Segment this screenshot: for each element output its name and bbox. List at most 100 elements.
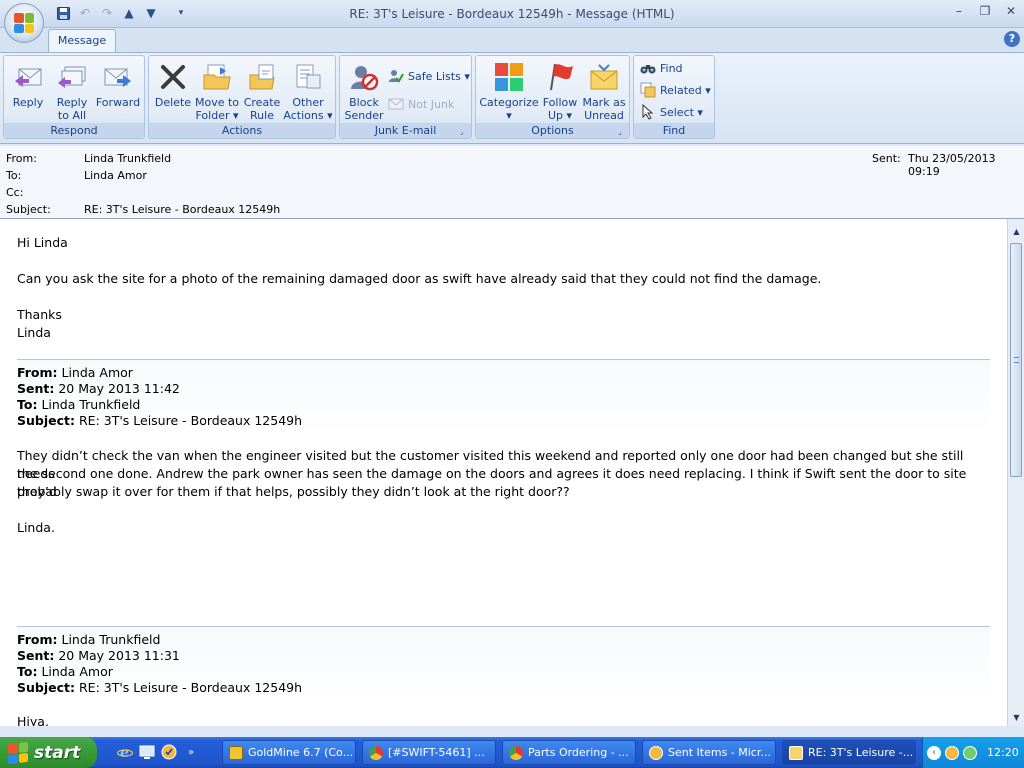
help-icon[interactable]: ?: [1004, 31, 1020, 47]
find-button[interactable]: Find: [640, 58, 683, 78]
clock[interactable]: 12:20: [987, 746, 1019, 759]
cc-label: Cc:: [6, 186, 24, 199]
subject-label: Subject:: [6, 203, 51, 216]
reply-all-button[interactable]: Reply to All: [50, 58, 94, 124]
ribbon-tab-row: Message ?: [0, 28, 1024, 52]
safe-lists-button[interactable]: Safe Lists ▾: [388, 66, 470, 86]
group-label-junk-email: Junk E-mail: [340, 123, 471, 138]
restore-button[interactable]: ❐: [972, 0, 998, 22]
taskbar-item-sent-items[interactable]: Sent Items - Micr...: [642, 740, 776, 765]
ribbon: Reply Reply to All Forward Respond Delet…: [0, 52, 1024, 144]
safe-lists-icon: [388, 68, 404, 84]
reply-all-icon: [56, 61, 88, 93]
related-button[interactable]: Related ▾: [640, 80, 711, 100]
related-icon: [640, 82, 656, 98]
tray-outlook-icon[interactable]: [945, 745, 959, 760]
not-junk-button[interactable]: Not Junk: [388, 94, 454, 114]
taskbar-item-goldmine[interactable]: GoldMine 6.7 (Co...: [222, 740, 356, 765]
quote1-from: From: Linda Amor: [17, 365, 133, 380]
message-body[interactable]: Hi Linda Can you ask the site for a phot…: [0, 218, 1024, 726]
delete-label: Delete: [154, 96, 192, 109]
quick-launch: e »: [116, 743, 200, 761]
move-to-folder-button[interactable]: Move to Folder ▾: [193, 58, 241, 124]
scroll-up-icon[interactable]: ▲: [1008, 223, 1024, 240]
group-label-options: Options: [476, 123, 629, 138]
quote1-signature: Linda.: [17, 520, 55, 535]
follow-up-button[interactable]: Follow Up ▾: [540, 58, 580, 124]
other-actions-label-1: Other: [292, 96, 324, 109]
safe-lists-label: Safe Lists ▾: [408, 69, 470, 83]
tray-status-icon[interactable]: [963, 745, 977, 760]
find-label: Find: [660, 61, 683, 75]
scroll-thumb[interactable]: [1010, 243, 1022, 477]
forward-icon: [102, 61, 134, 93]
create-rule-label-1: Create: [243, 96, 281, 109]
create-rule-icon: [246, 61, 278, 93]
taskbar-item-label: Sent Items - Micr...: [668, 746, 771, 759]
select-button[interactable]: Select ▾: [640, 102, 703, 122]
delete-button[interactable]: Delete: [153, 58, 193, 124]
start-label: start: [34, 742, 81, 763]
outlook-icon: [649, 745, 663, 760]
internet-explorer-icon[interactable]: e: [116, 743, 134, 761]
desktop-icon[interactable]: [138, 743, 156, 761]
related-label: Related ▾: [660, 83, 711, 97]
mark-as-unread-button[interactable]: Mark as Unread: [580, 58, 628, 124]
envelope-icon: [789, 745, 803, 760]
window-controls: – ❐ ✕: [946, 0, 1024, 22]
move-to-folder-label-1: Move to: [194, 96, 240, 109]
office-button[interactable]: [4, 3, 44, 43]
cursor-arrow-icon: [640, 104, 656, 120]
options-dialog-launcher-icon[interactable]: ⌟: [618, 127, 627, 136]
minimize-button[interactable]: –: [946, 0, 972, 22]
follow-up-label-1: Follow: [542, 96, 578, 109]
window-title: RE: 3T's Leisure - Bordeaux 12549h - Mes…: [349, 7, 675, 21]
body-signature: Linda: [17, 325, 51, 340]
reply-button[interactable]: Reply: [8, 58, 48, 124]
message-header: From: Linda Trunkfield To: Linda Amor Cc…: [0, 146, 1024, 218]
vertical-scrollbar[interactable]: ▲ ▼: [1007, 219, 1024, 726]
taskbar-item-parts-ordering[interactable]: Parts Ordering - ...: [502, 740, 636, 765]
categorize-icon: [493, 61, 525, 93]
delete-x-icon: [157, 61, 189, 93]
body-thanks: Thanks: [17, 307, 62, 322]
to-value[interactable]: Linda Amor: [84, 169, 147, 182]
taskbar-item-label: [#SWIFT-5461] ...: [388, 746, 485, 759]
create-rule-label-2: Rule: [250, 109, 274, 122]
taskbar: start e » GoldMine 6.7 (Co... [#SWIFT-54…: [0, 737, 1024, 768]
outlook-icon[interactable]: [160, 743, 178, 761]
block-sender-button[interactable]: Block Sender: [342, 58, 386, 124]
categorize-label-2: ▾: [506, 109, 512, 122]
group-actions: Delete Move to Folder ▾ Create Rule Othe…: [148, 55, 336, 139]
forward-button[interactable]: Forward: [94, 58, 142, 124]
chevron-right-icon[interactable]: »: [182, 743, 200, 761]
from-value[interactable]: Linda Trunkfield: [84, 152, 171, 165]
quote2-greeting: Hiya,: [17, 714, 49, 726]
quote2-sent: Sent: 20 May 2013 11:31: [17, 648, 180, 663]
other-actions-label-2: Actions ▾: [283, 109, 333, 122]
start-button[interactable]: start: [0, 737, 97, 768]
tab-message[interactable]: Message: [48, 29, 116, 52]
block-sender-icon: [348, 61, 380, 93]
categorize-button[interactable]: Categorize ▾: [479, 58, 539, 124]
reply-icon: [12, 61, 44, 93]
subject-value: RE: 3T's Leisure - Bordeaux 12549h: [84, 203, 281, 216]
quote2-subject: Subject: RE: 3T's Leisure - Bordeaux 125…: [17, 680, 303, 695]
follow-up-label-2: Up ▾: [547, 109, 573, 122]
block-sender-label-1: Block: [349, 96, 379, 109]
quote2-from: From: Linda Trunkfield: [17, 632, 161, 647]
group-label-respond: Respond: [4, 123, 144, 138]
mark-as-unread-label-1: Mark as: [582, 96, 626, 109]
other-actions-button[interactable]: Other Actions ▾: [283, 58, 333, 124]
taskbar-item-current-message[interactable]: RE: 3T's Leisure -...: [782, 740, 916, 765]
taskbar-item-swift-ticket[interactable]: [#SWIFT-5461] ...: [362, 740, 496, 765]
quote1-sent: Sent: 20 May 2013 11:42: [17, 381, 180, 396]
junk-dialog-launcher-icon[interactable]: ⌟: [460, 127, 469, 136]
title-bar: ↶ ↷ ▲ ▼ ▾ RE: 3T's Leisure - Bordeaux 12…: [0, 0, 1024, 43]
close-button[interactable]: ✕: [998, 0, 1024, 22]
reply-all-label-1: Reply: [56, 96, 88, 109]
create-rule-button[interactable]: Create Rule: [241, 58, 283, 124]
other-actions-icon: [292, 61, 324, 93]
scroll-down-icon[interactable]: ▼: [1008, 709, 1024, 726]
tray-expand-icon[interactable]: ‹: [927, 745, 941, 760]
